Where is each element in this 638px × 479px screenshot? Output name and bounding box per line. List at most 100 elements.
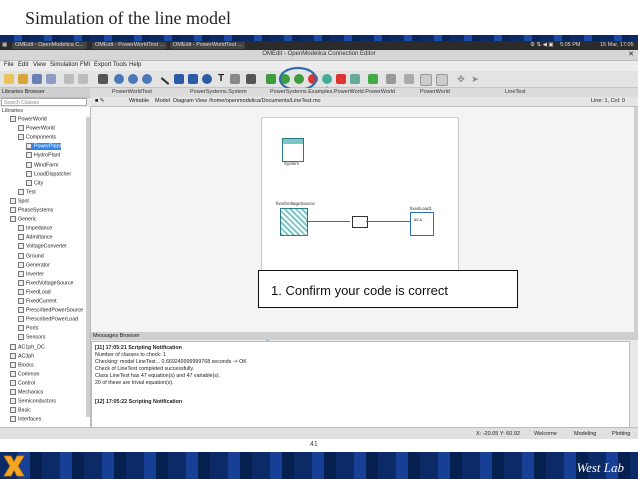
export-plot-icon[interactable] (436, 74, 448, 86)
library-class-icon (18, 125, 24, 132)
library-tree-item[interactable]: AC3ph (10, 352, 34, 359)
simulate-icon[interactable] (308, 74, 318, 84)
zoom-reset-icon[interactable] (142, 74, 152, 84)
library-tree-item[interactable]: FixedLoad (18, 288, 51, 295)
rectangle-icon[interactable] (188, 74, 198, 84)
check-all-icon[interactable] (280, 74, 290, 84)
plot-parametric-icon[interactable] (404, 74, 414, 84)
menu-simulation[interactable]: Simulation (50, 62, 78, 68)
line-block[interactable] (352, 216, 368, 228)
system-block[interactable] (282, 138, 304, 162)
library-tree-item[interactable]: PowerWorld (18, 125, 55, 132)
library-tree-item[interactable]: Ground (18, 252, 44, 259)
connection-wire[interactable] (306, 221, 350, 222)
library-tree-item[interactable]: AC1ph_DC (10, 343, 45, 350)
library-tree-item[interactable]: City (26, 179, 43, 186)
new-icon[interactable] (4, 74, 14, 84)
connection-wire[interactable] (366, 221, 410, 222)
tab-powerworld[interactable]: PowerWorld (420, 89, 450, 95)
instantiate-icon[interactable] (294, 74, 304, 84)
menu-edit[interactable]: Edit (18, 62, 28, 68)
library-tree-item[interactable]: PowerPlant (26, 143, 62, 150)
bitmap-icon[interactable] (230, 74, 240, 84)
menu-export[interactable]: Export (94, 62, 111, 68)
library-tree-item[interactable]: FixedCurrent (18, 298, 57, 304)
simulation-setup-icon[interactable] (322, 74, 332, 84)
line-icon[interactable] (160, 77, 170, 85)
toggle-icon[interactable]: ■ ✎ (95, 98, 104, 104)
grid-icon[interactable] (98, 74, 108, 84)
diagram-page[interactable]: System fixedVoltageSource 60 A fixedLoad… (261, 117, 459, 277)
array-icon[interactable] (420, 74, 432, 86)
library-tree-item[interactable]: Components (18, 134, 56, 141)
library-tree-item[interactable]: Test (18, 188, 36, 195)
zoom-out-icon[interactable] (128, 74, 138, 84)
library-tree-item[interactable]: Ports (18, 325, 38, 332)
library-tree-item[interactable]: Common (10, 370, 40, 377)
canvas-scrollbar[interactable] (634, 107, 638, 332)
plotting-button[interactable]: Plotting (612, 431, 630, 437)
modeling-button[interactable]: Modeling (574, 431, 596, 437)
taskbar-item[interactable]: OMEdit - OpenModelica C... (12, 42, 87, 49)
save-as-icon[interactable] (46, 74, 56, 84)
taskbar-item[interactable]: OMEdit - PowerWorldTest ... (170, 42, 246, 49)
library-class-icon (10, 116, 16, 122)
undo-icon[interactable] (64, 74, 74, 84)
library-tree-item[interactable]: VoltageConverter (18, 243, 67, 250)
voltage-source-block[interactable] (280, 208, 308, 236)
menu-view[interactable]: View (33, 62, 46, 68)
library-tree-item[interactable]: LoadDispatcher (26, 170, 71, 177)
menu-tools[interactable]: Tools (113, 62, 127, 68)
apps-icon[interactable]: ▦ (2, 42, 7, 48)
library-tree-item[interactable]: Semiconductors (10, 398, 56, 405)
tab-powerworld-example[interactable]: PowerSystems.Examples.PowerWorld.PowerWo… (270, 89, 395, 95)
ellipse-icon[interactable] (202, 74, 212, 84)
tree-scrollbar[interactable] (86, 117, 90, 417)
library-tree-item[interactable]: HydroPlant (26, 152, 60, 159)
welcome-button[interactable]: Welcome (534, 431, 557, 437)
polygon-icon[interactable] (174, 74, 184, 84)
library-tree-item[interactable]: PowerWorld (10, 116, 47, 122)
text-icon[interactable]: T (216, 74, 226, 84)
load-block[interactable]: 60 A (410, 212, 434, 236)
library-tree-item[interactable]: PrescribedPowerSource (18, 307, 83, 314)
library-tree-item[interactable]: Blocks (10, 361, 34, 368)
library-tree-item[interactable]: Control (10, 379, 35, 386)
plot-icon[interactable] (350, 74, 360, 84)
tab-powersystems-system[interactable]: PowerSystems.System (190, 89, 247, 95)
library-tree-item[interactable]: Interfaces (10, 416, 41, 423)
export-icon[interactable] (336, 74, 346, 84)
connect-icon[interactable] (246, 74, 256, 84)
library-tree-item[interactable]: Generator (18, 261, 50, 268)
menu-help[interactable]: Help (129, 62, 141, 68)
library-tree-item[interactable]: PrescribedPowerLoad (18, 316, 78, 323)
menu-file[interactable]: File (4, 62, 14, 68)
library-tree-item[interactable]: Impedance (18, 225, 52, 232)
diagram-view-label[interactable]: Diagram View (173, 98, 207, 104)
library-tree-item[interactable]: Sensors (18, 334, 45, 341)
library-tree-item[interactable]: WindFarm (26, 161, 58, 168)
diff-icon[interactable] (368, 74, 378, 84)
library-tree-item[interactable]: Basic (10, 407, 31, 414)
menu-fmi[interactable]: FMI (80, 62, 90, 68)
zoom-in-icon[interactable] (114, 74, 124, 84)
tab-powerworldtest[interactable]: PowerWorldTest (112, 89, 152, 95)
open-icon[interactable] (18, 74, 28, 84)
taskbar-item[interactable]: OMEdit - PowerWorldTest ... (92, 42, 168, 49)
library-tree-item[interactable]: FixedVoltageSource (18, 279, 73, 286)
reset-icon[interactable] (386, 74, 396, 84)
library-tree-item[interactable]: Inverter (18, 270, 44, 277)
save-icon[interactable] (32, 74, 42, 84)
library-tree-item[interactable]: PhaseSystems (10, 207, 53, 213)
tab-linetest[interactable]: LineTest (505, 89, 526, 95)
library-tree-item[interactable]: Admittance (18, 234, 53, 241)
library-tree-item[interactable]: Spot (10, 197, 29, 204)
library-tree-item[interactable]: Mechanics (10, 389, 43, 395)
library-tree-item[interactable]: Generic (10, 216, 37, 223)
close-icon[interactable]: ✕ (628, 50, 634, 58)
move-icon[interactable]: ✥ (456, 74, 466, 84)
arrow-icon[interactable]: ➤ (470, 74, 480, 84)
check-model-icon[interactable] (266, 74, 276, 84)
library-search-input[interactable]: Search Classes (1, 98, 87, 106)
redo-icon[interactable] (78, 74, 88, 84)
